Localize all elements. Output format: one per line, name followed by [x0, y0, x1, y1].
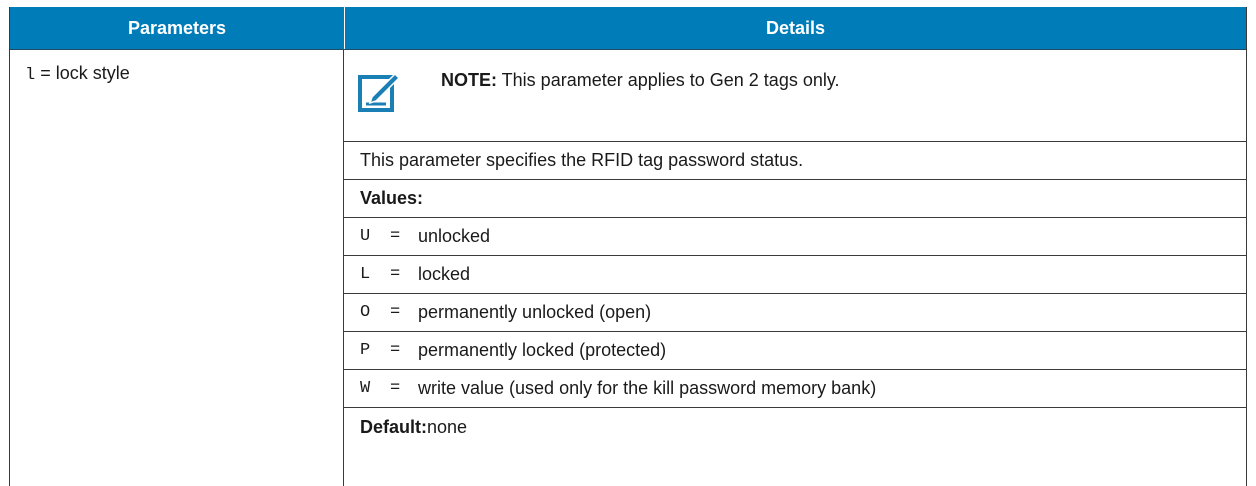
note-label: NOTE: — [441, 70, 497, 90]
parameter-code: l — [25, 66, 36, 85]
value-description: write value (used only for the kill pass… — [418, 378, 877, 398]
note-body: This parameter applies to Gen 2 tags onl… — [497, 70, 840, 90]
default-line: Default: none — [344, 408, 1246, 446]
header-details: Details — [765, 17, 826, 38]
table-header-row: Parameters Details — [10, 7, 1246, 50]
value-row-l: L = locked — [344, 256, 1246, 294]
value-code: U — [360, 227, 371, 246]
value-description: permanently unlocked (open) — [418, 302, 652, 322]
value-equals: = — [390, 303, 401, 322]
value-description: permanently locked (protected) — [418, 340, 667, 360]
parameter-label: = lock style — [35, 63, 130, 83]
value-row-u: U = unlocked — [344, 218, 1246, 256]
note-box: NOTE: This parameter applies to Gen 2 ta… — [344, 50, 1246, 142]
value-code: L — [360, 265, 371, 284]
value-row-p: P = permanently locked (protected) — [344, 332, 1246, 370]
values-heading-line: Values: — [344, 180, 1246, 218]
value-row-o: O = permanently unlocked (open) — [344, 294, 1246, 332]
default-value: none — [427, 416, 468, 437]
header-parameters: Parameters — [10, 7, 345, 49]
value-equals: = — [390, 341, 401, 360]
value-description: locked — [418, 264, 471, 284]
values-heading: Values: — [360, 188, 424, 208]
description-text: This parameter specifies the RFID tag pa… — [360, 150, 804, 170]
parameters-table: Parameters Details l = lock style NOTE: … — [9, 7, 1247, 486]
description-line: This parameter specifies the RFID tag pa… — [344, 142, 1246, 180]
value-row-w: W = write value (used only for the kill … — [344, 370, 1246, 408]
value-code: O — [360, 303, 371, 322]
value-code: P — [360, 341, 371, 360]
parameter-cell: l = lock style — [10, 50, 344, 486]
value-equals: = — [390, 265, 401, 284]
value-description: unlocked — [418, 226, 491, 246]
value-equals: = — [390, 227, 401, 246]
note-text: NOTE: This parameter applies to Gen 2 ta… — [441, 70, 840, 91]
table-row: l = lock style NOTE: This parameter appl… — [10, 50, 1246, 486]
note-pencil-icon — [358, 72, 400, 112]
value-code: W — [360, 379, 371, 398]
value-equals: = — [390, 379, 401, 398]
default-label: Default: — [360, 416, 427, 437]
details-cell: NOTE: This parameter applies to Gen 2 ta… — [344, 50, 1246, 486]
